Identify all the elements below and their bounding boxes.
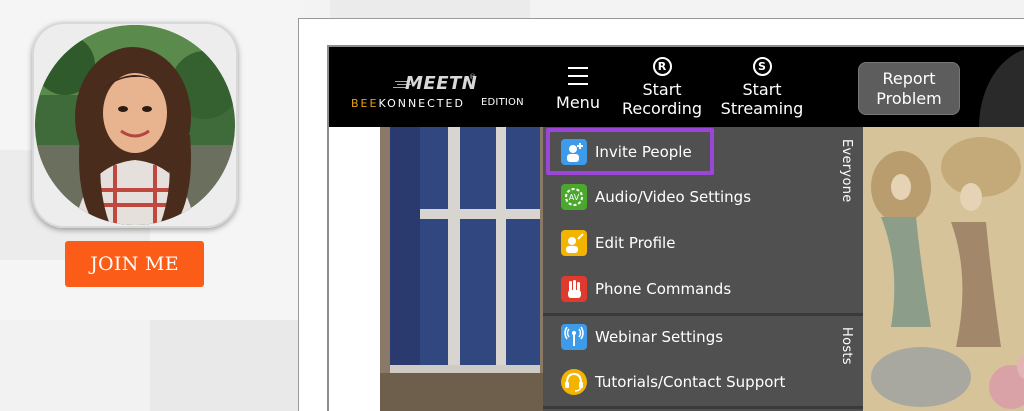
start-streaming-line1: Start bbox=[742, 80, 782, 99]
webinar-settings-icon bbox=[561, 324, 587, 350]
tutorials-support-icon bbox=[561, 369, 587, 395]
start-recording-line2: Recording bbox=[621, 99, 703, 118]
start-streaming-line2: Streaming bbox=[720, 99, 804, 118]
menu-item-label: Webinar Settings bbox=[595, 328, 724, 346]
logo-edition: EDITION bbox=[481, 97, 524, 108]
shared-painting bbox=[861, 127, 1024, 411]
menu-item-label: Tutorials/Contact Support bbox=[595, 373, 786, 391]
menu-item-phone-commands[interactable]: Phone Commands bbox=[543, 267, 843, 311]
start-streaming-button[interactable]: S Start Streaming bbox=[717, 57, 807, 125]
menu-button[interactable]: Menu bbox=[548, 57, 608, 125]
background-tile bbox=[0, 320, 150, 411]
report-problem-button[interactable]: Report Problem bbox=[858, 62, 960, 115]
painting-image bbox=[861, 127, 1024, 411]
join-me-button[interactable]: JOIN ME bbox=[65, 241, 204, 287]
start-recording-button[interactable]: R Start Recording bbox=[617, 57, 707, 125]
avatar-card bbox=[32, 22, 238, 228]
avatar bbox=[35, 25, 235, 225]
meeting-app: MEETN ® BEEKONNECTED EDITION Menu R Star… bbox=[327, 45, 1024, 411]
edit-profile-icon bbox=[561, 230, 587, 256]
stream-icon: S bbox=[752, 57, 772, 76]
record-icon: R bbox=[652, 57, 672, 76]
menu-item-label: Phone Commands bbox=[595, 280, 732, 298]
menu-item-edit-profile[interactable]: Edit Profile bbox=[543, 221, 843, 265]
menu-divider bbox=[543, 406, 863, 409]
menu-highlight-box bbox=[546, 128, 714, 175]
background-tile bbox=[330, 0, 530, 18]
profile-photo bbox=[35, 25, 235, 225]
logo-sub-rest: KONNECTED bbox=[378, 97, 465, 110]
report-problem-line2: Problem bbox=[876, 88, 942, 108]
logo-brand: MEETN bbox=[405, 73, 478, 94]
menu-item-label: Audio/Video Settings bbox=[595, 188, 752, 206]
background-tile bbox=[150, 320, 300, 411]
audio-video-settings-icon: AV bbox=[561, 184, 587, 210]
meetn-logo: MEETN ® BEEKONNECTED EDITION bbox=[351, 73, 531, 113]
phone-commands-icon bbox=[561, 276, 587, 302]
group-label-everyone: Everyone bbox=[839, 139, 854, 203]
menu-item-webinar-settings[interactable]: Webinar Settings bbox=[543, 315, 843, 359]
logo-sub-accent: BEE bbox=[351, 97, 379, 110]
svg-text:AV: AV bbox=[569, 193, 580, 202]
app-topbar: MEETN ® BEEKONNECTED EDITION Menu R Star… bbox=[329, 47, 1024, 127]
menu-item-tutorials-support[interactable]: Tutorials/Contact Support bbox=[543, 360, 843, 404]
logo-subtitle: BEEKONNECTED bbox=[351, 97, 465, 110]
report-problem-line1: Report bbox=[882, 68, 936, 88]
topbar-decoration bbox=[979, 47, 1024, 127]
menu-item-label: Edit Profile bbox=[595, 234, 676, 252]
dropdown-menu: Invite People AV Audio/Video Settings Ed… bbox=[543, 127, 863, 411]
group-label-hosts: Hosts bbox=[839, 327, 854, 365]
menu-item-audio-video-settings[interactable]: AV Audio/Video Settings bbox=[543, 175, 843, 219]
logo-registered-mark: ® bbox=[469, 73, 476, 81]
start-recording-line1: Start bbox=[642, 80, 682, 99]
hamburger-icon bbox=[568, 67, 588, 85]
menu-label: Menu bbox=[556, 93, 600, 112]
